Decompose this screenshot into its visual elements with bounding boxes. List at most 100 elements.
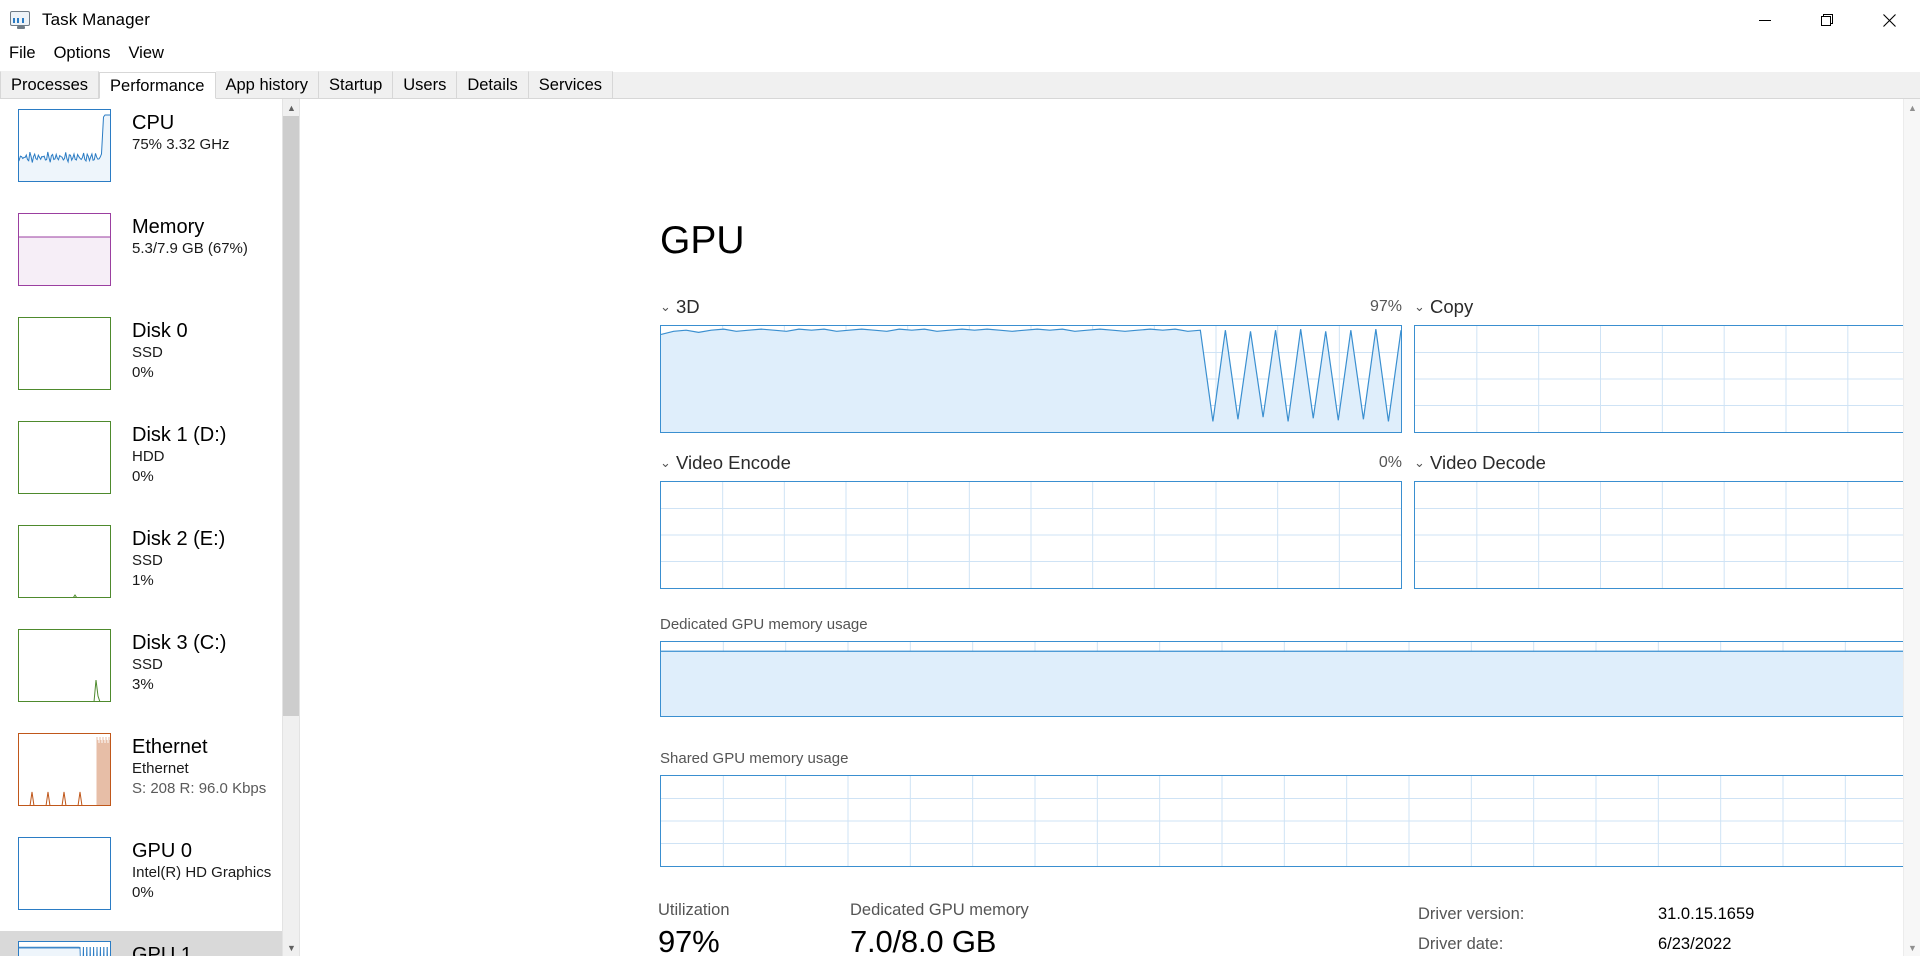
stat-utilization-value: 97% [658, 924, 720, 956]
main-scroll-up-icon[interactable]: ▲ [1904, 99, 1920, 116]
sidebar-item-label: Disk 0 [132, 320, 188, 342]
sidebar-item-text: Disk 1 (D:) HDD 0% [132, 421, 226, 487]
resource-sidebar: CPU 75% 3.32 GHz Memory 5.3/7.9 GB (67%) D… [0, 99, 300, 956]
sidebar-item-text: Disk 3 (C:) SSD 3% [132, 629, 226, 695]
info-row: Driver date: 6/23/2022 [1418, 930, 1882, 956]
dedicated-memory-label: Dedicated GPU memory usage [660, 616, 868, 633]
sidebar-item-gpu-0[interactable]: GPU 0 Intel(R) HD Graphics 0% [0, 827, 283, 931]
sidebar-thumbnail-graph [18, 317, 111, 390]
sidebar-item-metric: S: 208 R: 96.0 Kbps [132, 780, 267, 797]
sidebar-thumbnail-graph [18, 941, 111, 956]
sidebar-scroll-thumb[interactable] [283, 116, 299, 716]
stat-dedicated-gpu-memory: Dedicated GPU memory 7.0/8.0 GB [850, 899, 1029, 956]
chevron-down-icon[interactable]: ⌄ [1414, 300, 1425, 313]
stat-utilization-label: Utilization [658, 901, 730, 919]
sidebar-item-cpu[interactable]: CPU 75% 3.32 GHz [0, 99, 283, 203]
info-value: 31.0.15.1659 [1658, 904, 1755, 923]
menu-item-view[interactable]: View [119, 40, 172, 66]
menu-item-options[interactable]: Options [45, 40, 120, 66]
content-area: CPU 75% 3.32 GHz Memory 5.3/7.9 GB (67%) D… [0, 99, 1920, 956]
sidebar-item-subtitle: Intel(R) HD Graphics [132, 864, 272, 881]
sidebar-item-metric: 0% [132, 884, 154, 901]
main-scroll-down-icon[interactable]: ▼ [1904, 939, 1920, 956]
graph-3d: ⌄ 3D 97% [660, 295, 1402, 433]
graph-dedicated-memory: Dedicated GPU memory usage 8.0 GB [660, 615, 1920, 717]
chevron-down-icon[interactable]: ⌄ [660, 300, 671, 313]
tab-startup[interactable]: Startup [319, 71, 394, 98]
sidebar-item-text: Disk 0 SSD 0% [132, 317, 188, 383]
tab-services[interactable]: Services [528, 71, 614, 98]
graph-shared-memory: Shared GPU memory usage 4.0 GB [660, 749, 1920, 867]
stat-dedicated-gpu-memory-label: Dedicated GPU memory [850, 901, 1029, 919]
graph-video-encode-value: 0% [1378, 454, 1402, 471]
graph-video-decode-plot [1414, 481, 1920, 589]
tab-strip: Processes Performance App history Startu… [0, 71, 1920, 99]
minimize-button[interactable] [1734, 0, 1796, 40]
sidebar-thumbnail-graph [18, 421, 111, 494]
main-scrollbar[interactable]: ▲ ▼ [1903, 99, 1920, 956]
sidebar-item-ethernet[interactable]: Ethernet Ethernet S: 208 R: 96.0 Kbps [0, 723, 283, 827]
sidebar-scrollbar[interactable]: ▲ ▼ [282, 99, 299, 956]
graph-video-encode-label: Video Encode [676, 452, 791, 473]
gpu-detail-inner: GPU NVIDIA GeForce RTX 3050 ⌄ 3D 97% [300, 99, 1920, 956]
stat-dedicated-gpu-memory-value: 7.0/8.0 GB [850, 924, 997, 956]
graph-copy-plot [1414, 325, 1920, 433]
sidebar-item-disk-0[interactable]: Disk 0 SSD 0% [0, 307, 283, 411]
maximize-button[interactable] [1796, 0, 1858, 40]
gpu-info-table: Driver version: 31.0.15.1659 Driver date: 6… [1418, 899, 1882, 956]
graph-3d-label: 3D [676, 296, 700, 317]
graph-video-decode: ⌄ Video Decode 0% [1414, 451, 1920, 589]
graph-shared-memory-plot [660, 775, 1920, 867]
tab-users[interactable]: Users [393, 71, 458, 98]
sidebar-item-label: CPU [132, 112, 175, 134]
sidebar-item-metric: 3% [132, 676, 154, 693]
tab-performance[interactable]: Performance [99, 72, 216, 99]
graph-video-encode: ⌄ Video Encode 0% [660, 451, 1402, 589]
sidebar-item-disk-2-e[interactable]: Disk 2 (E:) SSD 1% [0, 515, 283, 619]
sidebar-item-label: GPU 0 [132, 840, 193, 862]
sidebar-item-label: Memory [132, 216, 205, 238]
tab-details[interactable]: Details [457, 71, 529, 98]
sidebar-item-text: GPU 1NVIDIA GeForce RTX 305097% [132, 941, 283, 956]
close-button[interactable] [1858, 0, 1920, 40]
scroll-up-icon[interactable]: ▲ [283, 99, 299, 116]
graph-copy-label: Copy [1430, 296, 1474, 317]
sidebar-thumbnail-graph [18, 629, 111, 702]
sidebar-item-gpu-1[interactable]: GPU 1NVIDIA GeForce RTX 305097% [0, 931, 283, 956]
sidebar-item-disk-3-c[interactable]: Disk 3 (C:) SSD 3% [0, 619, 283, 723]
sidebar-item-text: Ethernet Ethernet S: 208 R: 96.0 Kbps [132, 733, 266, 799]
sidebar-thumbnail-graph [18, 837, 111, 910]
graph-3d-value: 97% [1369, 298, 1402, 315]
tab-processes[interactable]: Processes [0, 71, 100, 98]
sidebar-item-subtitle: 5.3/7.9 GB (67%) [132, 240, 248, 257]
info-row: Driver version: 31.0.15.1659 [1418, 899, 1882, 930]
sidebar-item-memory[interactable]: Memory 5.3/7.9 GB (67%) [0, 203, 283, 307]
scroll-down-icon[interactable]: ▼ [283, 939, 299, 956]
sidebar-thumbnail-graph [18, 109, 111, 182]
info-key: Driver version: [1418, 904, 1525, 923]
sidebar-item-metric: 0% [132, 364, 154, 381]
info-value: 6/23/2022 [1658, 935, 1732, 954]
title-bar: Task Manager [0, 0, 1920, 40]
sidebar-item-label: GPU 1 [132, 944, 193, 956]
sidebar-item-label: Disk 2 (E:) [132, 528, 226, 550]
page-title: GPU [660, 219, 745, 262]
sidebar-item-disk-1-d[interactable]: Disk 1 (D:) HDD 0% [0, 411, 283, 515]
sidebar-item-text: GPU 0 Intel(R) HD Graphics 0% [132, 837, 271, 903]
sidebar-thumbnail-graph [18, 733, 111, 806]
sidebar-item-subtitle: SSD [132, 344, 163, 361]
sidebar-thumbnail-graph [18, 213, 111, 286]
chevron-down-icon[interactable]: ⌄ [1414, 456, 1425, 469]
window-controls [1734, 0, 1920, 40]
window-title: Task Manager [42, 10, 150, 29]
task-manager-icon [10, 10, 32, 30]
info-key: Driver date: [1418, 935, 1504, 954]
menu-item-file[interactable]: File [0, 40, 45, 66]
sidebar-item-label: Ethernet [132, 736, 208, 758]
tab-app-history[interactable]: App history [215, 71, 320, 98]
graph-video-encode-plot [660, 481, 1402, 589]
sidebar-thumbnail-graph [18, 525, 111, 598]
sidebar-item-subtitle: 75% 3.32 GHz [132, 136, 230, 153]
task-manager-window: Task Manager File Options View Processes… [0, 0, 1920, 956]
chevron-down-icon[interactable]: ⌄ [660, 456, 671, 469]
